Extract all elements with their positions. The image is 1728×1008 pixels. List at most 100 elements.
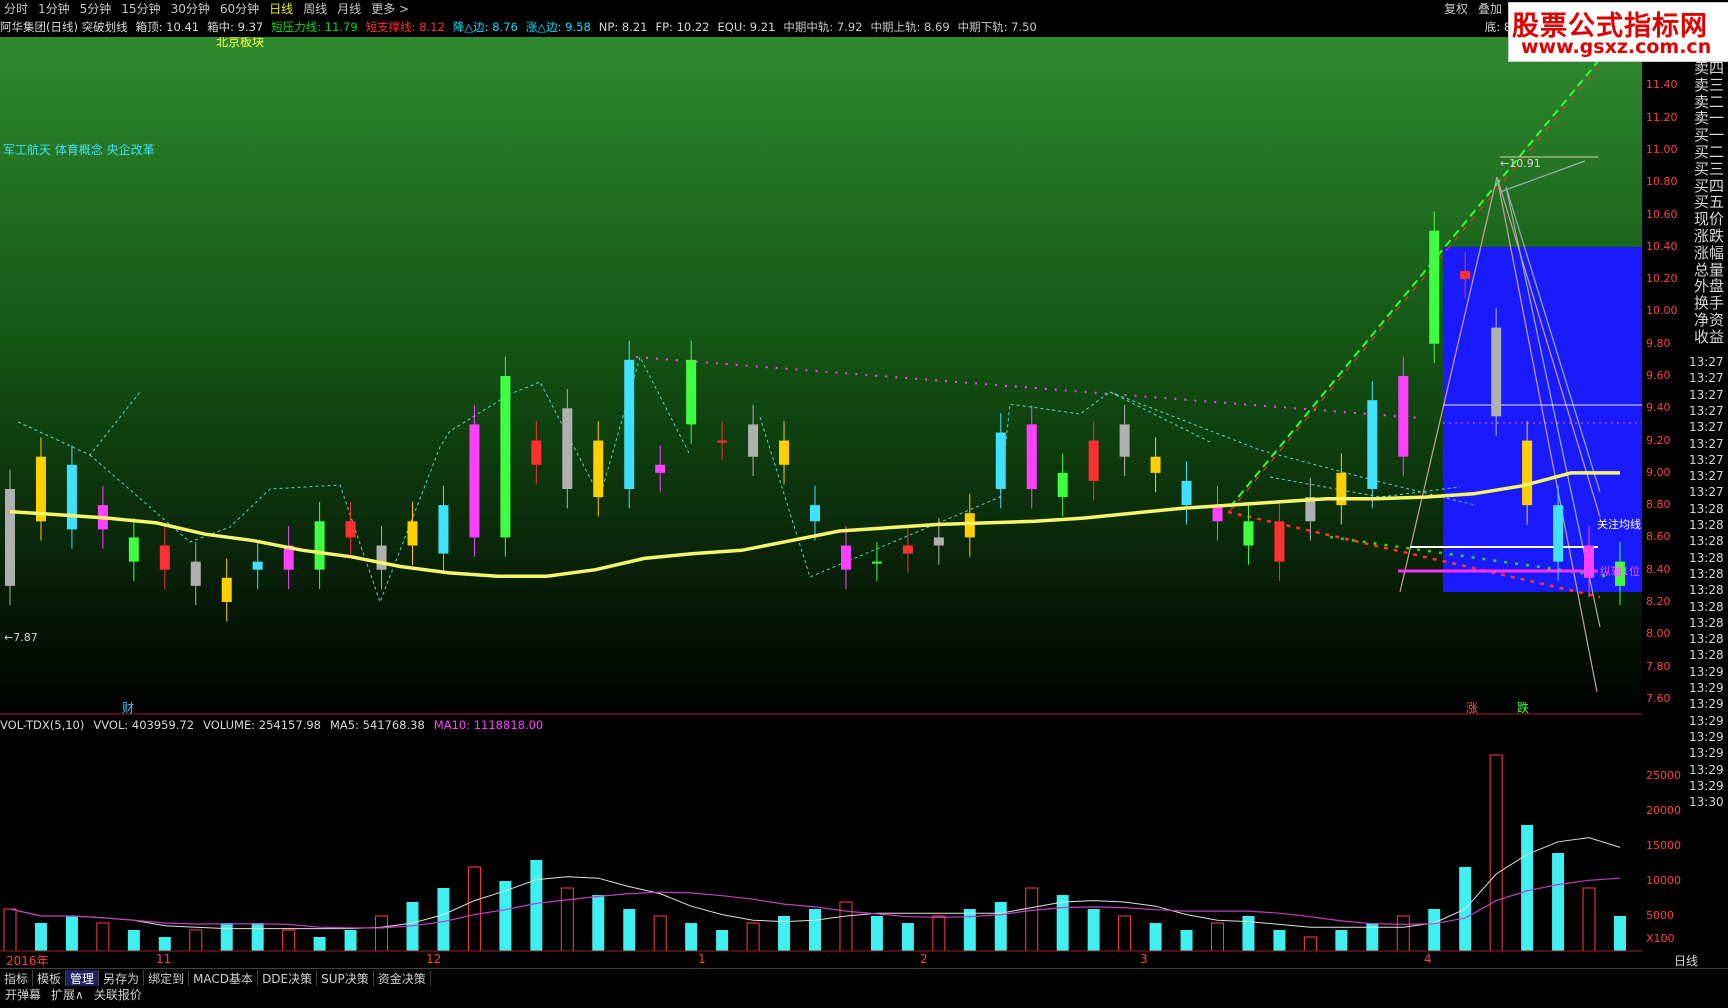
status-button[interactable]: 扩展∧ <box>46 986 89 1003</box>
trade-time: 13:28 <box>1689 501 1724 516</box>
volume-info-item: VOL-TDX(5,10) <box>0 718 85 732</box>
trade-time: 13:27 <box>1689 420 1724 435</box>
candle-body <box>562 408 573 489</box>
trade-time: 13:28 <box>1689 534 1724 549</box>
price-tick: 10.40 <box>1646 239 1678 253</box>
volume-info-bar: VOL-TDX(5,10) VVOL: 403959.72 VOLUME: 2541… <box>0 718 552 734</box>
site-logo: 股票公式指标网 www.gsxz.com.cn <box>1508 2 1728 62</box>
volume-bar-down <box>127 930 140 951</box>
volume-bar-down <box>1180 930 1193 951</box>
bottom-tab[interactable]: DDE决策 <box>258 969 318 987</box>
period-1[interactable]: 1分钟 <box>38 0 70 17</box>
volume-bar-down <box>1273 930 1286 951</box>
candle-body <box>345 521 356 538</box>
period-2[interactable]: 5分钟 <box>80 0 112 17</box>
candle-body <box>933 537 944 546</box>
period-9[interactable]: 更多 > <box>371 0 409 17</box>
candle-body <box>1057 472 1068 498</box>
trade-time: 13:27 <box>1689 371 1724 386</box>
candle-body <box>964 513 975 538</box>
trade-time: 13:27 <box>1689 452 1724 467</box>
period-3[interactable]: 15分钟 <box>121 0 160 17</box>
bottom-tab[interactable]: SUP决策 <box>317 969 374 987</box>
period-7[interactable]: 周线 <box>303 0 327 17</box>
bottom-tab[interactable]: 管理 <box>66 969 100 987</box>
volume-bar-down <box>685 923 698 951</box>
bottom-tab[interactable]: 资金决策 <box>374 969 431 987</box>
bottom-tab[interactable]: 指标 <box>0 969 34 987</box>
price-tick: 9.80 <box>1646 336 1671 350</box>
period-6[interactable]: 日线 <box>269 0 293 17</box>
volume-bar-down <box>437 888 450 951</box>
volume-bar-down <box>344 930 357 951</box>
info-item: 短支撑线: 8.12 <box>365 20 445 34</box>
right-bottom-tab[interactable]: 日线 <box>1674 952 1698 969</box>
volume-bar-down <box>1614 916 1626 951</box>
volume-bar-down <box>65 916 78 951</box>
watch-ma-label: 关注均线 <box>1597 517 1641 531</box>
price-tick: 11.00 <box>1646 143 1678 156</box>
period-8[interactable]: 月线 <box>337 0 361 17</box>
price-tick: 10.20 <box>1646 272 1678 286</box>
price-tick: 8.20 <box>1646 595 1671 608</box>
candle-body <box>5 489 15 586</box>
status-button[interactable]: 开弹幕 <box>0 986 46 1003</box>
volume-bar-down <box>34 923 47 951</box>
volume-tick: 5000 <box>1646 909 1674 922</box>
period-5[interactable]: 60分钟 <box>220 0 259 17</box>
period-0[interactable]: 分时 <box>4 0 28 17</box>
candle-body <box>1491 327 1502 417</box>
date-label: 1 <box>698 952 706 966</box>
info-item: 涨△边: 9.58 <box>525 20 591 34</box>
status-bar: 开弹幕 扩展∧ 关联报价 <box>0 986 1728 1002</box>
quote-panel: 卖四 卖三 卖二 卖一 买一 买二 买三 买四 买五 现价 涨跌 涨幅 总量 外盘 换手 净资 收益 13:27 1… <box>1668 37 1728 984</box>
volume-tick: 10000 <box>1646 874 1681 887</box>
chart-background <box>0 37 1642 715</box>
period-right-0[interactable]: 复权 <box>1444 2 1468 16</box>
candle-body <box>779 440 790 465</box>
volume-info-item: VVOL: 403959.72 <box>93 718 195 732</box>
price-tick: 9.00 <box>1646 465 1671 479</box>
volume-tick: 20000 <box>1646 804 1681 817</box>
volume-tick: 25000 <box>1646 769 1681 782</box>
trade-time: 13:29 <box>1689 697 1724 712</box>
trade-time: 13:28 <box>1689 599 1724 614</box>
trade-time: 13:27 <box>1689 485 1724 500</box>
sector-label: 北京板块 <box>216 37 264 49</box>
candle-body <box>66 464 77 530</box>
volume-info-item: MA10: 1118818.00 <box>433 718 544 732</box>
info-item: 中期上轨: 8.69 <box>870 20 950 34</box>
period-toolbar: 分时 1分钟 5分钟 15分钟 30分钟 60分钟 日线 周线 月线 更多 > 复权 叠加 <box>0 0 1728 17</box>
candle-body <box>500 376 511 538</box>
volume-unit: X100 <box>1646 932 1675 945</box>
price-chart[interactable]: 北京板块 军工航天 体育概念 央企改革 ←7.87 ←10.91 财 涨 跌 关… <box>0 37 1642 715</box>
trade-time: 13:28 <box>1689 648 1724 663</box>
candle-body <box>1367 400 1378 489</box>
bottom-tab[interactable]: 绑定到 <box>144 969 190 987</box>
bottom-tab[interactable]: 另存为 <box>99 969 145 987</box>
candle-body <box>1274 521 1285 562</box>
concepts-label: 军工航天 体育概念 央企改革 <box>3 142 155 157</box>
bottom-tab[interactable]: 模板 <box>33 969 67 987</box>
period-right-1[interactable]: 叠加 <box>1478 2 1502 16</box>
info-item: 中期下轨: 7.50 <box>957 20 1037 34</box>
info-item: FP: 10.22 <box>655 20 710 34</box>
candle-body <box>35 456 46 522</box>
trade-time: 13:27 <box>1689 355 1724 369</box>
candle-body <box>438 505 449 554</box>
volume-info-item: VOLUME: 254157.98 <box>203 718 321 732</box>
date-axis: 2016年 11 12 1 2 3 4 <box>0 952 1642 968</box>
trade-time: 13:29 <box>1689 713 1724 728</box>
volume-bar-down <box>870 916 883 951</box>
finance-mark: 财 <box>122 701 134 715</box>
info-item: 降△边: 8.76 <box>452 20 518 34</box>
status-button[interactable]: 关联报价 <box>89 986 147 1003</box>
candle-body <box>1026 424 1037 489</box>
bottom-tab[interactable]: MACD基本 <box>189 969 259 987</box>
price-axis: 11.6011.4011.2011.0010.8010.6010.4010.20… <box>1642 37 1684 970</box>
candle-body <box>1460 271 1471 280</box>
period-4[interactable]: 30分钟 <box>171 0 210 17</box>
volume-chart[interactable] <box>0 734 1642 952</box>
info-item: 箱顶: 10.41 <box>135 20 200 34</box>
volume-bar-down <box>994 902 1007 951</box>
